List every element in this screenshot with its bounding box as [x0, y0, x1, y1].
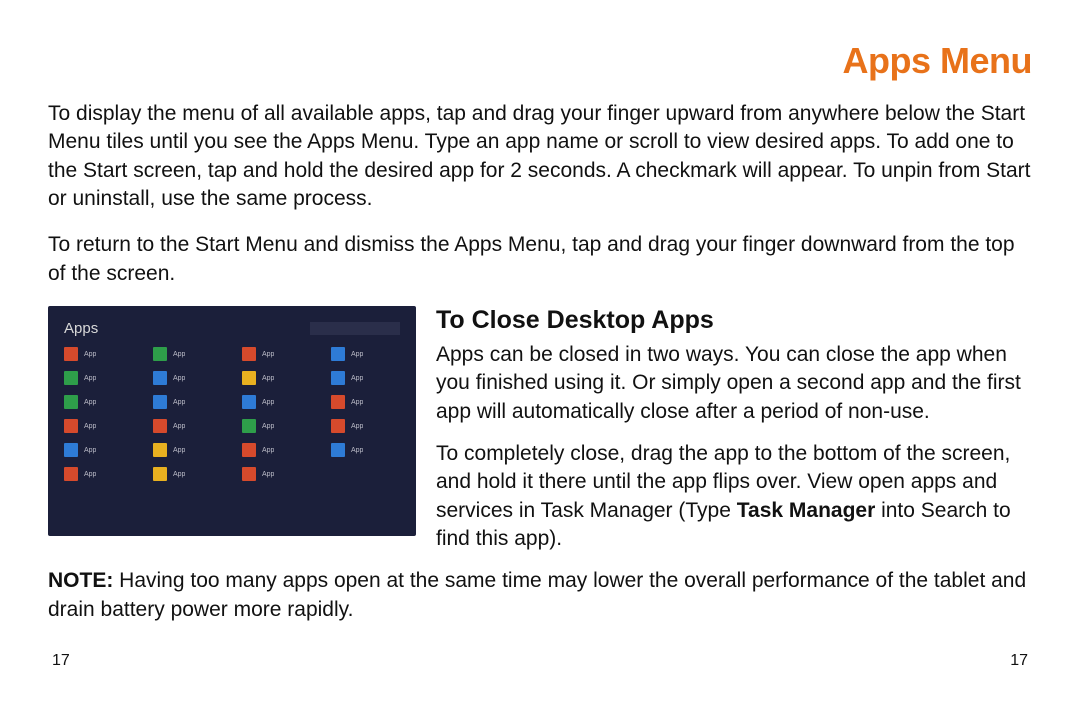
note-text: Having too many apps open at the same ti…: [48, 569, 1026, 620]
shot-column: App App App App App App: [153, 347, 222, 481]
manual-page: Apps Menu To display the menu of all ava…: [0, 0, 1080, 690]
app-tile-icon: [331, 371, 345, 385]
shot-app-item: App: [242, 419, 311, 433]
intro-paragraph-1: To display the menu of all available app…: [48, 100, 1032, 213]
app-tile-icon: [242, 395, 256, 409]
shot-column: App App App App App App: [64, 347, 133, 481]
app-tile-label: App: [173, 423, 185, 430]
app-tile-label: App: [351, 399, 363, 406]
app-tile-icon: [64, 371, 78, 385]
app-tile-label: App: [84, 471, 96, 478]
app-tile-label: App: [351, 351, 363, 358]
app-tile-icon: [64, 419, 78, 433]
shot-app-item: App: [153, 467, 222, 481]
app-tile-label: App: [262, 351, 274, 358]
shot-app-item: App: [153, 347, 222, 361]
page-number-right: 17: [1010, 652, 1028, 670]
app-tile-icon: [64, 395, 78, 409]
shot-app-item: App: [64, 395, 133, 409]
shot-app-item: App: [64, 443, 133, 457]
app-tile-label: App: [173, 399, 185, 406]
app-tile-icon: [64, 347, 78, 361]
shot-app-item: App: [331, 371, 400, 385]
shot-app-item: App: [242, 467, 311, 481]
app-tile-label: App: [173, 471, 185, 478]
shot-header: Apps: [64, 320, 400, 337]
app-tile-icon: [242, 347, 256, 361]
app-tile-label: App: [262, 375, 274, 382]
app-tile-icon: [242, 467, 256, 481]
app-tile-icon: [153, 419, 167, 433]
apps-menu-illustration: Apps AppAppAppAppAppAppAppAppAppAppAppAp…: [48, 306, 416, 536]
app-tile-icon: [242, 371, 256, 385]
app-tile-icon: [331, 443, 345, 457]
apps-screenshot: Apps AppAppAppAppAppAppAppAppAppAppAppAp…: [48, 306, 416, 536]
shot-app-item: App: [331, 395, 400, 409]
app-tile-label: App: [84, 399, 96, 406]
note-label: NOTE:: [48, 569, 113, 592]
app-tile-icon: [331, 347, 345, 361]
shot-title: Apps: [64, 320, 98, 337]
shot-app-item: App: [64, 419, 133, 433]
shot-app-item: App: [153, 395, 222, 409]
app-tile-label: App: [262, 471, 274, 478]
close-paragraph-1: Apps can be closed in two ways. You can …: [436, 341, 1032, 426]
shot-app-item: App: [64, 371, 133, 385]
shot-app-item: App: [242, 371, 311, 385]
app-tile-icon: [242, 419, 256, 433]
app-tile-icon: [153, 395, 167, 409]
shot-app-item: App: [64, 467, 133, 481]
app-tile-label: App: [173, 375, 185, 382]
app-tile-icon: [331, 395, 345, 409]
shot-columns: AppAppAppAppAppAppAppAppAppAppAppAppAppA…: [64, 347, 400, 481]
close-paragraph-2: To completely close, drag the app to the…: [436, 440, 1032, 553]
app-tile-label: App: [262, 447, 274, 454]
app-tile-icon: [331, 419, 345, 433]
intro-paragraph-2: To return to the Start Menu and dismiss …: [48, 231, 1032, 288]
app-tile-label: App: [351, 375, 363, 382]
shot-app-item: App: [331, 419, 400, 433]
app-tile-icon: [64, 443, 78, 457]
app-tile-label: App: [173, 351, 185, 358]
shot-app-item: App: [242, 347, 311, 361]
section-subtitle: To Close Desktop Apps: [436, 306, 1032, 335]
page-footer: 17 17: [48, 652, 1032, 670]
app-tile-icon: [153, 347, 167, 361]
shot-column: App App App App App App: [242, 347, 311, 481]
app-tile-label: App: [173, 447, 185, 454]
note-paragraph: NOTE: Having too many apps open at the s…: [48, 567, 1032, 624]
shot-app-item: App: [153, 419, 222, 433]
app-tile-label: App: [351, 423, 363, 430]
shot-app-item: App: [153, 443, 222, 457]
app-tile-label: App: [262, 399, 274, 406]
app-tile-icon: [153, 467, 167, 481]
content-row: Apps AppAppAppAppAppAppAppAppAppAppAppAp…: [48, 306, 1032, 553]
shot-app-item: App: [242, 443, 311, 457]
shot-column: App App App App App: [331, 347, 400, 481]
app-tile-icon: [242, 443, 256, 457]
app-tile-label: App: [262, 423, 274, 430]
shot-search-box: [310, 322, 400, 335]
shot-app-item: App: [64, 347, 133, 361]
app-tile-label: App: [84, 423, 96, 430]
shot-app-item: App: [242, 395, 311, 409]
app-tile-icon: [64, 467, 78, 481]
app-tile-icon: [153, 443, 167, 457]
app-tile-label: App: [84, 351, 96, 358]
app-tile-label: App: [84, 447, 96, 454]
shot-app-item: App: [153, 371, 222, 385]
close-apps-section: To Close Desktop Apps Apps can be closed…: [436, 306, 1032, 553]
shot-app-item: App: [331, 347, 400, 361]
page-number-left: 17: [52, 652, 70, 670]
shot-app-item: App: [331, 443, 400, 457]
page-title: Apps Menu: [48, 40, 1032, 82]
app-tile-label: App: [351, 447, 363, 454]
app-tile-icon: [153, 371, 167, 385]
task-manager-bold: Task Manager: [737, 499, 876, 522]
app-tile-label: App: [84, 375, 96, 382]
